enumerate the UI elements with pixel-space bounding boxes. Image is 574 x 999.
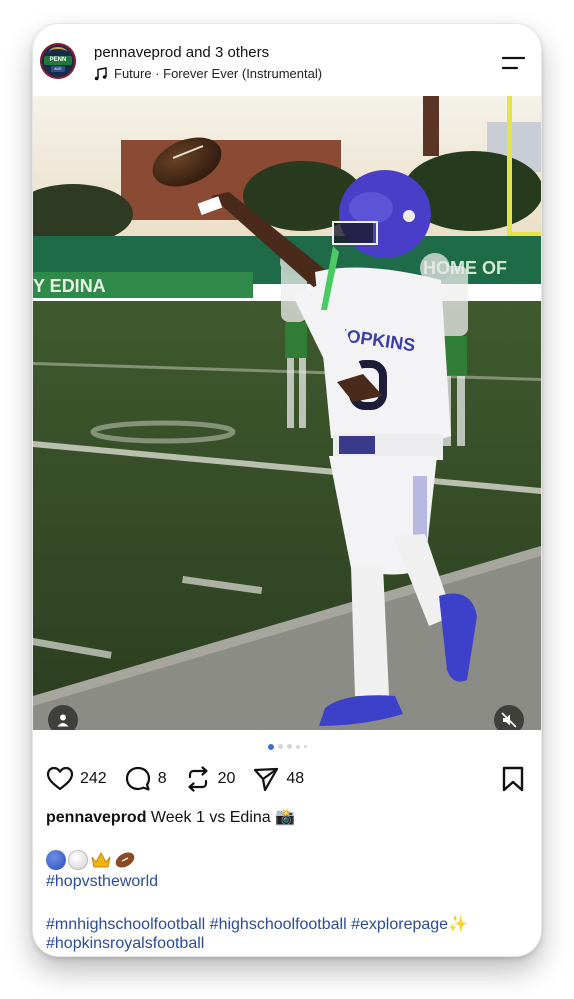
heart-icon[interactable] xyxy=(46,765,74,793)
comment-icon[interactable] xyxy=(124,765,152,793)
comment-action[interactable]: 8 xyxy=(124,765,167,793)
carousel-dot xyxy=(277,744,283,749)
username[interactable]: pennaveprod xyxy=(94,44,182,61)
hashtag-line[interactable]: #mnhighschoolfootball #highschoolfootbal… xyxy=(46,916,448,933)
like-action[interactable]: 242 xyxy=(46,765,107,793)
carousel-dot xyxy=(267,744,274,750)
hashtag-block: #mnhighschoolfootball #highschoolfootbal… xyxy=(46,915,536,953)
action-bar: 242 8 20 48 xyxy=(46,764,321,794)
football-emoji xyxy=(114,850,136,870)
carousel-dot xyxy=(303,745,307,748)
sparkle-emoji: ✨ xyxy=(448,916,468,933)
coauthors-text[interactable]: and 3 others xyxy=(182,44,269,61)
music-note-icon xyxy=(94,66,107,80)
carousel-dot xyxy=(295,744,300,749)
post-photo[interactable]: Y EDINA HOME OF xyxy=(33,96,541,730)
like-count: 242 xyxy=(80,770,107,787)
post-header: PENN AVE pennaveprod and 3 others Future… xyxy=(33,24,541,96)
tagged-people-button[interactable] xyxy=(48,705,78,730)
caption-emoji-row xyxy=(46,850,136,870)
caption-text: Week 1 vs Edina 📸 xyxy=(146,809,296,826)
repost-action[interactable]: 20 xyxy=(184,765,236,793)
carousel-indicator xyxy=(33,744,541,750)
post-card: PENN AVE pennaveprod and 3 others Future… xyxy=(33,24,541,956)
post-author[interactable]: pennaveprod and 3 others xyxy=(94,44,269,61)
share-count: 48 xyxy=(286,770,305,787)
comment-count: 8 xyxy=(157,770,167,787)
share-action[interactable]: 48 xyxy=(252,765,304,793)
person-icon xyxy=(57,714,69,727)
mute-button[interactable] xyxy=(494,705,524,730)
banner-text: Y EDINA xyxy=(33,276,106,296)
blue-circle-emoji xyxy=(46,850,66,870)
avatar[interactable]: PENN AVE xyxy=(40,43,76,79)
crown-emoji xyxy=(90,850,112,870)
paper-plane-icon[interactable] xyxy=(252,765,280,793)
menu-icon[interactable] xyxy=(502,56,525,70)
carousel-dot xyxy=(286,744,292,749)
repost-count: 20 xyxy=(217,770,236,787)
speaker-muted-icon xyxy=(501,712,517,728)
repost-icon[interactable] xyxy=(184,765,212,793)
bookmark-icon[interactable] xyxy=(501,766,525,792)
music-attribution[interactable]: Future · Forever Ever (Instrumental) xyxy=(94,66,322,81)
music-track-label: Future · Forever Ever (Instrumental) xyxy=(114,66,323,81)
hashtag-hopkinsroyalsfootball[interactable]: #hopkinsroyalsfootball xyxy=(46,935,204,952)
caption-username[interactable]: pennaveprod xyxy=(46,809,146,826)
post-caption: pennaveprod Week 1 vs Edina 📸 xyxy=(46,808,526,828)
hashtag-hopvstheworld[interactable]: #hopvstheworld xyxy=(46,873,158,891)
white-circle-emoji xyxy=(68,850,88,870)
